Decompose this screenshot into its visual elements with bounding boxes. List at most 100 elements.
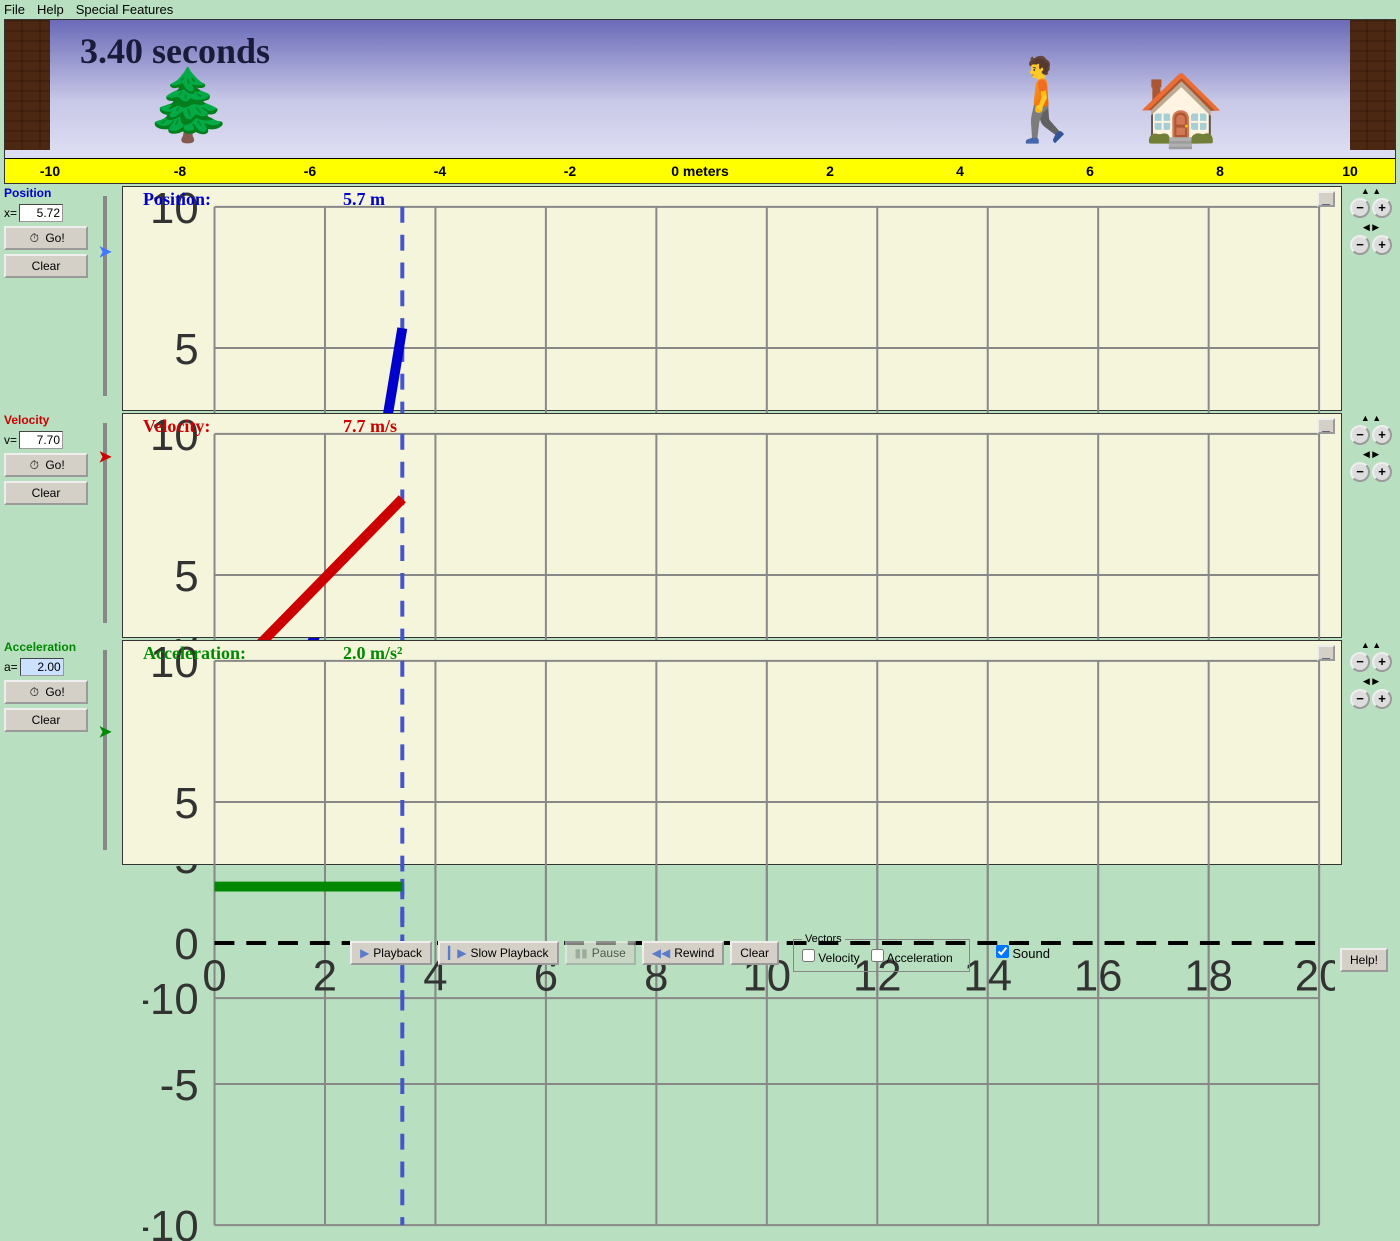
position-input[interactable] bbox=[19, 204, 63, 222]
position-go-button[interactable]: ⏱Go! bbox=[4, 226, 88, 250]
velocity-x-zoom-in[interactable]: + bbox=[1372, 462, 1392, 482]
position-clear-button[interactable]: Clear bbox=[4, 254, 88, 278]
help-button[interactable]: Help! bbox=[1340, 948, 1388, 972]
slow-play-icon: ▎▶ bbox=[448, 946, 466, 960]
ruler-tick: -6 bbox=[304, 163, 316, 179]
acceleration-controls: Acceleration a= ⏱Go! Clear bbox=[4, 640, 88, 732]
charts-area: Position x= ⏱Go! Clear ➤ 024681012141618… bbox=[0, 184, 1400, 867]
acceleration-y-zoom-out[interactable]: − bbox=[1350, 652, 1370, 672]
position-ruler: -10 -8 -6 -4 -2 0 meters 2 4 6 8 10 bbox=[5, 158, 1395, 183]
play-icon: ▶ bbox=[360, 946, 369, 960]
vectors-velocity-checkbox[interactable] bbox=[802, 949, 815, 962]
position-minimize-button[interactable]: _ bbox=[1317, 191, 1335, 207]
velocity-go-button[interactable]: ⏱Go! bbox=[4, 453, 88, 477]
stopwatch-icon: ⏱ bbox=[27, 458, 41, 472]
ruler-tick: 10 bbox=[1342, 163, 1358, 179]
velocity-controls: Velocity v= ⏱Go! Clear bbox=[4, 413, 88, 505]
velocity-slider-thumb[interactable]: ➤ bbox=[97, 447, 112, 468]
playback-bar: ▶Playback ▎▶Slow Playback ▮▮Pause ◀◀Rewi… bbox=[0, 929, 1400, 976]
velocity-y-zoom-in[interactable]: + bbox=[1372, 425, 1392, 445]
left-wall bbox=[5, 20, 50, 150]
position-var-label: x= bbox=[4, 206, 17, 220]
position-y-zoom-in[interactable]: + bbox=[1372, 198, 1392, 218]
ruler-tick: -2 bbox=[564, 163, 576, 179]
acceleration-y-zoom-in[interactable]: + bbox=[1372, 652, 1392, 672]
scene: 3.40 seconds 🌲 🏠 🚶 -10-8-6-4-20 meters24… bbox=[4, 19, 1396, 184]
walking-man[interactable]: 🚶 bbox=[995, 60, 1095, 140]
svg-text:5: 5 bbox=[174, 325, 198, 374]
svg-text:5: 5 bbox=[174, 779, 198, 828]
vertical-arrows-icon: ▲ ▲ bbox=[1361, 413, 1381, 423]
playback-button[interactable]: ▶Playback bbox=[350, 941, 432, 965]
ruler-tick: -4 bbox=[434, 163, 446, 179]
svg-text:-10: -10 bbox=[143, 1202, 199, 1241]
stopwatch-icon: ⏱ bbox=[27, 685, 41, 699]
position-chart-reading: 5.7 m bbox=[343, 189, 385, 210]
vectors-legend: Vectors bbox=[802, 933, 845, 945]
house-icon: 🏠 bbox=[1138, 75, 1225, 145]
acceleration-input[interactable] bbox=[20, 658, 64, 676]
rewind-icon: ◀◀ bbox=[652, 946, 670, 960]
vectors-acceleration-checkbox[interactable] bbox=[871, 949, 884, 962]
position-zoom-controls: ▲ ▲ −+ ◀ ▶ −+ bbox=[1346, 186, 1396, 265]
velocity-y-zoom-out[interactable]: − bbox=[1350, 425, 1370, 445]
menu-special[interactable]: Special Features bbox=[76, 2, 174, 17]
slow-playback-button[interactable]: ▎▶Slow Playback bbox=[438, 941, 559, 965]
position-slider[interactable]: ➤ bbox=[92, 186, 118, 406]
clear-all-button[interactable]: Clear bbox=[730, 941, 779, 965]
vertical-arrows-icon: ▲ ▲ bbox=[1361, 186, 1381, 196]
ruler-tick: 0 meters bbox=[671, 163, 729, 179]
stopwatch-icon: ⏱ bbox=[27, 231, 41, 245]
ruler-tick: 2 bbox=[826, 163, 834, 179]
right-wall bbox=[1350, 20, 1395, 150]
position-chart: 02468101214161820-10-50510 Position: 5.7… bbox=[122, 186, 1342, 411]
acceleration-chart: 02468101214161820-10-50510 Acceleration:… bbox=[122, 640, 1342, 865]
ruler-tick: 6 bbox=[1086, 163, 1094, 179]
velocity-row: Velocity v= ⏱Go! Clear ➤ 024681012141618… bbox=[4, 413, 1396, 638]
acceleration-var-label: a= bbox=[4, 660, 18, 674]
pause-icon: ▮▮ bbox=[575, 946, 588, 960]
ruler-tick: 4 bbox=[956, 163, 964, 179]
velocity-zoom-controls: ▲ ▲ −+ ◀ ▶ −+ bbox=[1346, 413, 1396, 492]
menubar: File Help Special Features bbox=[0, 0, 1400, 19]
acceleration-row: Acceleration a= ⏱Go! Clear ➤ 02468101214… bbox=[4, 640, 1396, 865]
svg-text:-5: -5 bbox=[160, 1061, 199, 1110]
velocity-slider[interactable]: ➤ bbox=[92, 413, 118, 633]
ruler-tick: 8 bbox=[1216, 163, 1224, 179]
velocity-minimize-button[interactable]: _ bbox=[1317, 418, 1335, 434]
ruler-tick: -8 bbox=[174, 163, 186, 179]
position-controls: Position x= ⏱Go! Clear bbox=[4, 186, 88, 278]
horizontal-arrows-icon: ◀ ▶ bbox=[1363, 222, 1379, 233]
velocity-chart-reading: 7.7 m/s bbox=[343, 416, 397, 437]
horizontal-arrows-icon: ◀ ▶ bbox=[1363, 449, 1379, 460]
velocity-chart-label: Velocity: bbox=[143, 416, 210, 437]
pause-button[interactable]: ▮▮Pause bbox=[565, 941, 636, 965]
position-x-zoom-out[interactable]: − bbox=[1350, 235, 1370, 255]
velocity-clear-button[interactable]: Clear bbox=[4, 481, 88, 505]
tree-icon: 🌲 bbox=[145, 70, 232, 140]
acceleration-x-zoom-out[interactable]: − bbox=[1350, 689, 1370, 709]
velocity-chart: 02468101214161820-10-50510 Velocity: 7.7… bbox=[122, 413, 1342, 638]
position-row: Position x= ⏱Go! Clear ➤ 024681012141618… bbox=[4, 186, 1396, 411]
acceleration-chart-reading: 2.0 m/s² bbox=[343, 643, 402, 664]
position-slider-thumb[interactable]: ➤ bbox=[97, 242, 112, 263]
acceleration-slider[interactable]: ➤ bbox=[92, 640, 118, 860]
acceleration-go-button[interactable]: ⏱Go! bbox=[4, 680, 88, 704]
acceleration-minimize-button[interactable]: _ bbox=[1317, 645, 1335, 661]
velocity-input[interactable] bbox=[19, 431, 63, 449]
vertical-arrows-icon: ▲ ▲ bbox=[1361, 640, 1381, 650]
velocity-x-zoom-out[interactable]: − bbox=[1350, 462, 1370, 482]
rewind-button[interactable]: ◀◀Rewind bbox=[642, 941, 725, 965]
menu-help[interactable]: Help bbox=[37, 2, 64, 17]
sound-checkbox[interactable] bbox=[996, 945, 1009, 958]
acceleration-x-zoom-in[interactable]: + bbox=[1372, 689, 1392, 709]
vectors-panel: Vectors Velocity Acceleration bbox=[793, 933, 970, 972]
acceleration-chart-label: Acceleration: bbox=[143, 643, 246, 664]
menu-file[interactable]: File bbox=[4, 2, 25, 17]
acceleration-clear-button[interactable]: Clear bbox=[4, 708, 88, 732]
position-y-zoom-out[interactable]: − bbox=[1350, 198, 1370, 218]
position-x-zoom-in[interactable]: + bbox=[1372, 235, 1392, 255]
acceleration-zoom-controls: ▲ ▲−+ ◀ ▶−+ bbox=[1346, 640, 1396, 719]
acceleration-slider-thumb[interactable]: ➤ bbox=[97, 722, 112, 743]
ruler-tick: -10 bbox=[40, 163, 60, 179]
